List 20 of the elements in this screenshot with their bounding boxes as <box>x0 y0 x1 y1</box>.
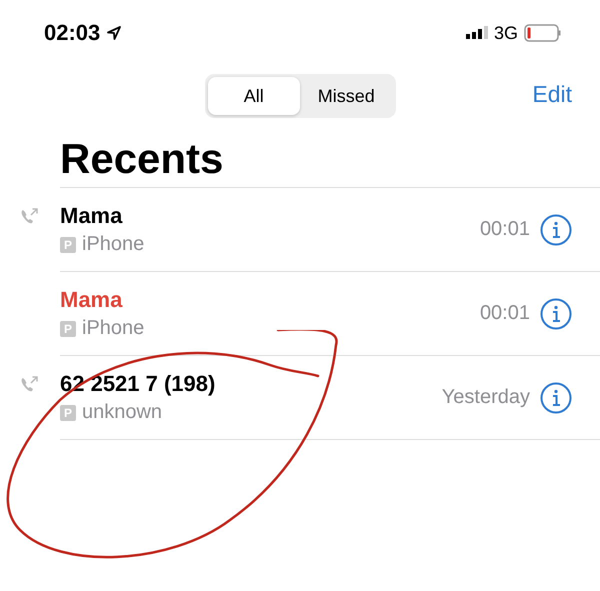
call-time: Yesterday <box>442 386 530 409</box>
filter-tab[interactable]: Missed <box>300 77 392 115</box>
call-time: 00:01 <box>480 302 530 325</box>
clock-time: 02:03 <box>44 20 100 46</box>
call-type: iPhone <box>82 233 144 256</box>
network-type: 3G <box>494 22 518 44</box>
location-arrow-icon <box>106 25 122 41</box>
call-type: unknown <box>82 401 162 424</box>
caller-name: Mama <box>60 203 122 229</box>
page-title: Recents <box>60 134 224 184</box>
info-icon[interactable] <box>540 298 572 330</box>
filter-tab[interactable]: All <box>208 77 300 115</box>
call-time: 00:01 <box>480 218 530 241</box>
info-icon[interactable] <box>540 214 572 246</box>
caller-name: Mama <box>60 287 122 313</box>
call-type: iPhone <box>82 317 144 340</box>
edit-button[interactable]: Edit <box>532 81 572 108</box>
info-icon[interactable] <box>540 382 572 414</box>
battery-icon <box>524 24 562 42</box>
signal-icon <box>466 26 488 40</box>
